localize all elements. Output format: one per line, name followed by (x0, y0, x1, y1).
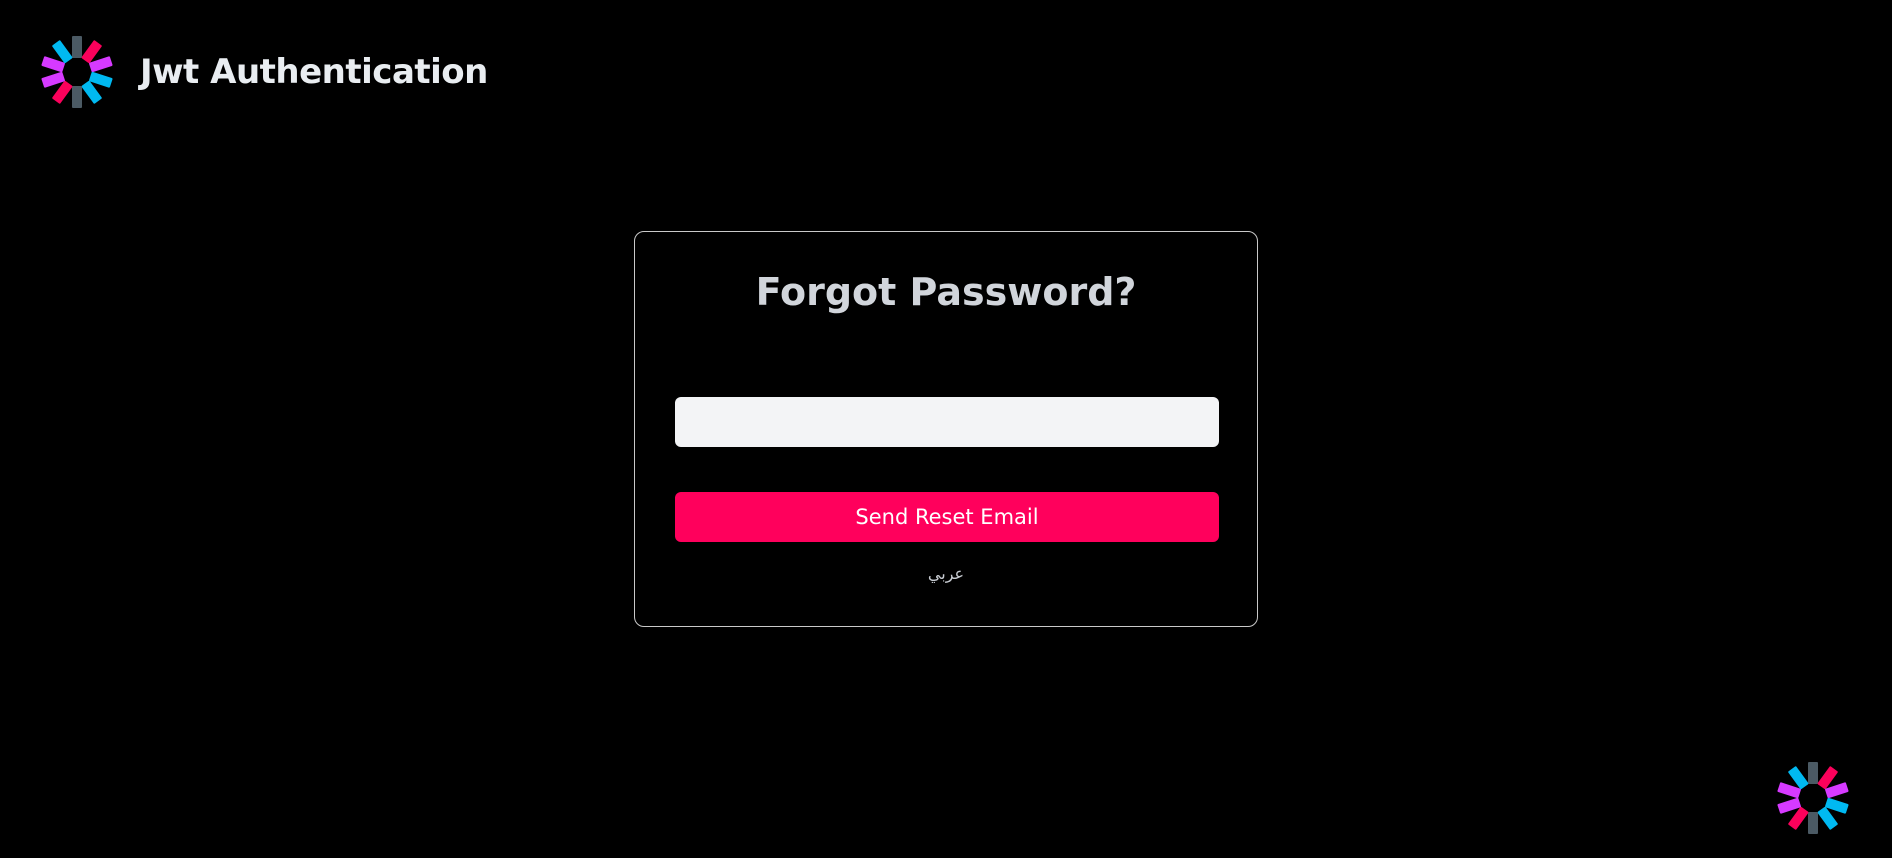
send-reset-email-button[interactable]: Send Reset Email (675, 492, 1219, 542)
card-title: Forgot Password? (755, 270, 1137, 314)
language-switch-link[interactable]: عربي (635, 564, 1257, 583)
brand-header[interactable]: Jwt Authentication (36, 34, 488, 110)
brand-title: Jwt Authentication (140, 52, 488, 92)
jwt-logo-icon (1772, 760, 1854, 841)
forgot-password-page: Jwt Authentication Forgot Password? Send… (0, 0, 1892, 858)
jwt-logo-icon (36, 34, 118, 110)
email-input[interactable] (675, 397, 1219, 447)
forgot-password-card: Forgot Password? Send Reset Email عربي (634, 231, 1258, 627)
